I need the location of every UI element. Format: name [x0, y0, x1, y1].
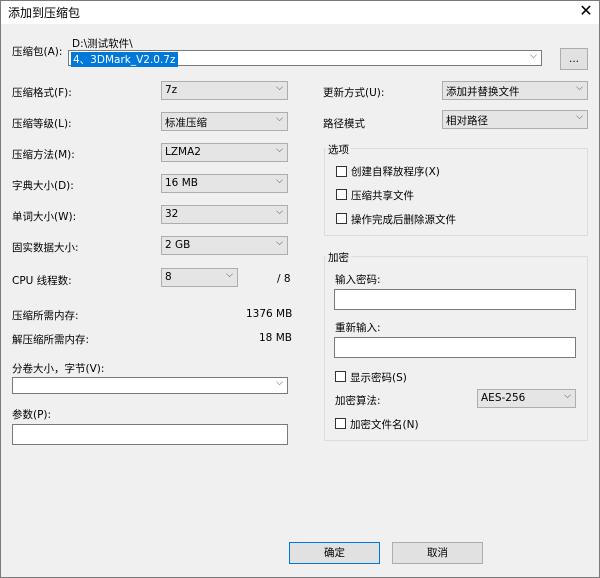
- level-select[interactable]: 标准压缩 ⌵: [161, 112, 288, 131]
- mem-compress-label: 压缩所需内存:: [12, 310, 79, 322]
- update-label: 更新方式(U):: [323, 87, 385, 99]
- ok-button[interactable]: 确定: [289, 542, 380, 564]
- show-password-checkbox[interactable]: [335, 371, 346, 382]
- delete-label[interactable]: 操作完成后删除源文件: [351, 212, 456, 227]
- password-label: 输入密码:: [335, 274, 381, 286]
- volume-combobox[interactable]: ⌵: [12, 377, 288, 394]
- window-title: 添加到压缩包: [8, 6, 81, 20]
- level-value: 标准压缩: [165, 117, 207, 129]
- format-label: 压缩格式(F):: [12, 87, 72, 99]
- word-label: 单词大小(W):: [12, 211, 77, 223]
- word-select[interactable]: 32 ⌵: [161, 205, 288, 224]
- archive-name-value[interactable]: 4、3DMark_V2.0.7z: [71, 52, 178, 67]
- chevron-down-icon[interactable]: ⌵: [276, 114, 283, 124]
- title-bar: [0, 0, 600, 24]
- chevron-down-icon[interactable]: ⌵: [276, 145, 283, 155]
- chevron-down-icon[interactable]: ⌵: [564, 391, 571, 401]
- delete-checkbox[interactable]: [336, 213, 347, 224]
- close-icon[interactable]: ✕: [572, 0, 600, 24]
- mem-decompress-label: 解压缩所需内存:: [12, 334, 90, 346]
- chevron-down-icon[interactable]: ⌵: [226, 270, 233, 280]
- dict-label: 字典大小(D):: [12, 180, 74, 192]
- reenter-label: 重新输入:: [335, 322, 381, 334]
- threads-label: CPU 线程数:: [12, 275, 72, 287]
- encrypt-names-label[interactable]: 加密文件名(N): [350, 417, 419, 432]
- format-select[interactable]: 7z ⌵: [161, 81, 288, 100]
- threads-value: 8: [165, 271, 172, 283]
- path-mode-value: 相对路径: [446, 115, 488, 127]
- chevron-down-icon[interactable]: ⌵: [276, 378, 283, 388]
- mem-decompress-value: 18 MB: [259, 332, 292, 344]
- solid-select[interactable]: 2 GB ⌵: [161, 236, 288, 255]
- shared-label[interactable]: 压缩共享文件: [351, 188, 414, 203]
- archive-folder: D:\测试软件\: [72, 38, 133, 50]
- chevron-down-icon[interactable]: ⌵: [576, 83, 583, 93]
- sfx-label[interactable]: 创建自释放程序(X): [351, 164, 440, 179]
- encryption-method-select[interactable]: AES-256 ⌵: [477, 389, 576, 408]
- chevron-down-icon[interactable]: ⌵: [530, 51, 537, 61]
- shared-checkbox[interactable]: [336, 189, 347, 200]
- reenter-password-input[interactable]: [334, 337, 576, 358]
- chevron-down-icon[interactable]: ⌵: [276, 207, 283, 217]
- solid-label: 固实数据大小:: [12, 242, 79, 254]
- params-label: 参数(P):: [12, 409, 52, 421]
- chevron-down-icon[interactable]: ⌵: [276, 176, 283, 186]
- word-value: 32: [165, 208, 179, 220]
- update-select[interactable]: 添加并替换文件 ⌵: [442, 81, 588, 100]
- options-title: 选项: [326, 142, 351, 157]
- volume-label: 分卷大小，字节(V):: [12, 363, 105, 375]
- chevron-down-icon[interactable]: ⌵: [276, 238, 283, 248]
- path-mode-label: 路径模式: [323, 118, 365, 130]
- method-value: LZMA2: [165, 146, 201, 158]
- dict-value: 16 MB: [165, 177, 198, 189]
- level-label: 压缩等级(L):: [12, 118, 72, 130]
- method-select[interactable]: LZMA2 ⌵: [161, 143, 288, 162]
- browse-button[interactable]: ...: [560, 48, 588, 70]
- archive-name-combobox[interactable]: 4、3DMark_V2.0.7z ⌵: [68, 50, 542, 67]
- dict-select[interactable]: 16 MB ⌵: [161, 174, 288, 193]
- chevron-down-icon[interactable]: ⌵: [276, 83, 283, 93]
- encryption-title: 加密: [326, 250, 351, 265]
- encryption-method-value: AES-256: [481, 392, 526, 404]
- encryption-method-label: 加密算法:: [335, 395, 381, 407]
- threads-select[interactable]: 8 ⌵: [161, 268, 238, 287]
- password-input[interactable]: [334, 289, 576, 310]
- mem-compress-value: 1376 MB: [246, 308, 293, 320]
- path-mode-select[interactable]: 相对路径 ⌵: [442, 110, 588, 129]
- update-value: 添加并替换文件: [446, 86, 520, 98]
- params-input[interactable]: [12, 424, 288, 445]
- archive-label: 压缩包(A):: [12, 46, 63, 58]
- sfx-checkbox[interactable]: [336, 166, 347, 177]
- show-password-label[interactable]: 显示密码(S): [350, 370, 407, 385]
- cancel-button[interactable]: 取消: [392, 542, 483, 564]
- solid-value: 2 GB: [165, 239, 191, 251]
- method-label: 压缩方法(M):: [12, 149, 75, 161]
- threads-total: / 8: [277, 273, 291, 285]
- encrypt-names-checkbox[interactable]: [335, 418, 346, 429]
- chevron-down-icon[interactable]: ⌵: [576, 112, 583, 122]
- format-value: 7z: [165, 84, 178, 96]
